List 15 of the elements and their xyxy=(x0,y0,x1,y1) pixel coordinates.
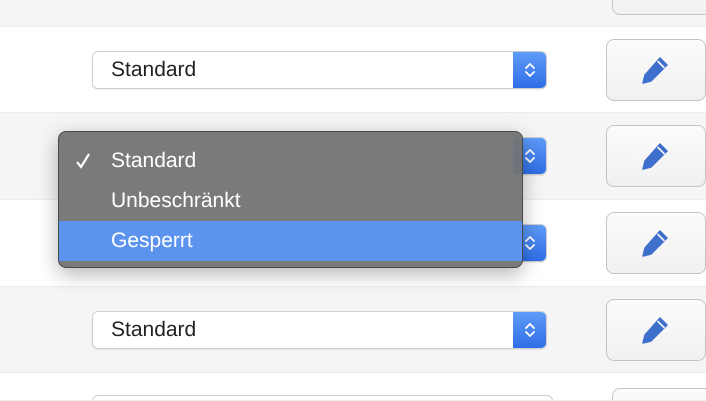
checkmark-icon xyxy=(75,152,91,170)
stepper-arrows-icon xyxy=(513,312,546,348)
edit-button[interactable] xyxy=(606,298,706,360)
edit-button[interactable] xyxy=(606,125,706,187)
pencil-icon xyxy=(640,54,670,84)
menu-item[interactable]: Gesperrt xyxy=(59,221,522,261)
stepper-arrows-icon xyxy=(513,52,546,88)
pencil-icon xyxy=(640,141,670,171)
edit-button[interactable] xyxy=(606,38,706,100)
edit-button[interactable] xyxy=(606,212,706,274)
select-dropdown[interactable]: Standard xyxy=(92,50,547,88)
pencil-icon xyxy=(640,228,670,258)
menu-item[interactable]: Unbeschränkt xyxy=(59,181,522,221)
pencil-icon xyxy=(640,314,670,344)
select-dropdown[interactable]: Standard xyxy=(92,310,547,348)
